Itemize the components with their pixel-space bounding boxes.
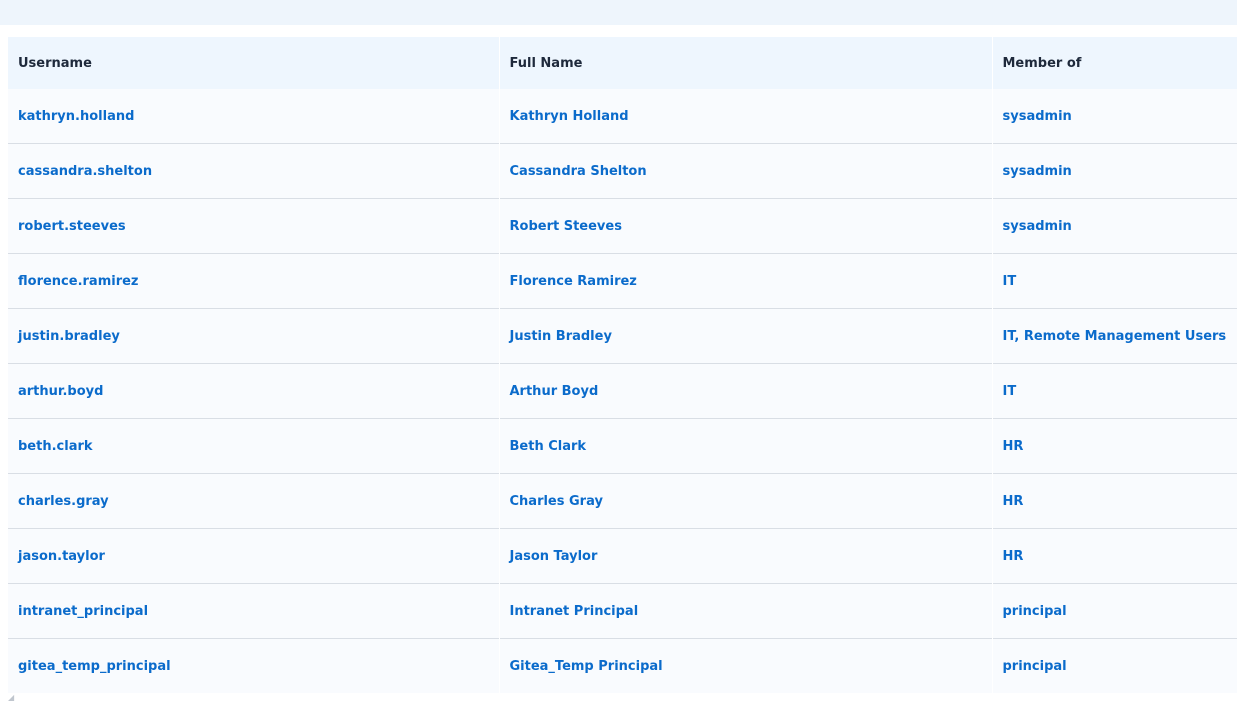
cell-member-of: principal (992, 638, 1237, 693)
group-link[interactable]: principal (1003, 604, 1067, 619)
top-toolbar-strip (0, 0, 1237, 25)
cell-username: kathryn.holland (8, 89, 500, 144)
table-row: gitea_temp_principal Gitea_Temp Principa… (8, 638, 1237, 693)
group-link[interactable]: IT (1003, 274, 1017, 289)
group-link[interactable]: sysadmin (1003, 109, 1072, 124)
cell-member-of: IT, Remote Management Users (992, 308, 1237, 364)
header-row: Username Full Name Member of (8, 37, 1237, 89)
username-link[interactable]: florence.ramirez (18, 274, 139, 289)
cell-username: jason.taylor (8, 528, 500, 584)
full-name-link[interactable]: Beth Clark (510, 439, 587, 454)
cell-full-name: Arthur Boyd (499, 363, 993, 419)
cell-member-of: HR (992, 528, 1237, 584)
table-row: charles.gray Charles Gray HR (8, 473, 1237, 529)
group-link[interactable]: IT (1003, 384, 1017, 399)
cell-username: robert.steeves (8, 198, 500, 254)
column-header-member-of[interactable]: Member of (992, 37, 1237, 89)
username-link[interactable]: justin.bradley (18, 329, 120, 344)
table-row: beth.clark Beth Clark HR (8, 418, 1237, 474)
cell-member-of: HR (992, 473, 1237, 529)
cell-full-name: Justin Bradley (499, 308, 993, 364)
full-name-link[interactable]: Justin Bradley (510, 329, 612, 344)
table-row: jason.taylor Jason Taylor HR (8, 528, 1237, 584)
cell-full-name: Florence Ramirez (499, 253, 993, 309)
full-name-link[interactable]: Charles Gray (510, 494, 603, 509)
resize-grip-icon[interactable]: ◢ (8, 694, 16, 702)
cell-member-of: sysadmin (992, 89, 1237, 144)
table-row: robert.steeves Robert Steeves sysadmin (8, 198, 1237, 254)
table-row: cassandra.shelton Cassandra Shelton sysa… (8, 143, 1237, 199)
column-header-full-name[interactable]: Full Name (499, 37, 993, 89)
table-row: florence.ramirez Florence Ramirez IT (8, 253, 1237, 309)
cell-username: florence.ramirez (8, 253, 500, 309)
table-row: kathryn.holland Kathryn Holland sysadmin (8, 89, 1237, 144)
username-link[interactable]: intranet_principal (18, 604, 148, 619)
username-link[interactable]: gitea_temp_principal (18, 659, 171, 674)
full-name-link[interactable]: Arthur Boyd (510, 384, 599, 399)
username-link[interactable]: charles.gray (18, 494, 109, 509)
username-link[interactable]: kathryn.holland (18, 109, 134, 124)
username-link[interactable]: robert.steeves (18, 219, 126, 234)
group-link[interactable]: HR (1003, 494, 1024, 509)
username-link[interactable]: jason.taylor (18, 549, 105, 564)
cell-username: arthur.boyd (8, 363, 500, 419)
cell-full-name: Charles Gray (499, 473, 993, 529)
cell-username: cassandra.shelton (8, 143, 500, 199)
full-name-link[interactable]: Cassandra Shelton (510, 164, 647, 179)
cell-member-of: sysadmin (992, 143, 1237, 199)
group-link[interactable]: principal (1003, 659, 1067, 674)
cell-username: intranet_principal (8, 583, 500, 639)
cell-username: beth.clark (8, 418, 500, 474)
username-link[interactable]: arthur.boyd (18, 384, 103, 399)
table-body: kathryn.holland Kathryn Holland sysadmin… (8, 89, 1237, 693)
cell-full-name: Gitea_Temp Principal (499, 638, 993, 693)
full-name-link[interactable]: Intranet Principal (510, 604, 639, 619)
cell-member-of: HR (992, 418, 1237, 474)
cell-username: charles.gray (8, 473, 500, 529)
cell-full-name: Cassandra Shelton (499, 143, 993, 199)
column-header-username[interactable]: Username (8, 37, 500, 89)
cell-username: justin.bradley (8, 308, 500, 364)
cell-full-name: Kathryn Holland (499, 89, 993, 144)
cell-member-of: principal (992, 583, 1237, 639)
cell-full-name: Jason Taylor (499, 528, 993, 584)
group-link[interactable]: sysadmin (1003, 219, 1072, 234)
full-name-link[interactable]: Robert Steeves (510, 219, 622, 234)
group-link[interactable]: sysadmin (1003, 164, 1072, 179)
table-header: Username Full Name Member of (8, 37, 1237, 89)
full-name-link[interactable]: Gitea_Temp Principal (510, 659, 663, 674)
cell-full-name: Beth Clark (499, 418, 993, 474)
group-link[interactable]: HR (1003, 439, 1024, 454)
users-table: Username Full Name Member of kathryn.hol… (8, 37, 1237, 693)
group-link[interactable]: HR (1003, 549, 1024, 564)
cell-full-name: Robert Steeves (499, 198, 993, 254)
cell-username: gitea_temp_principal (8, 638, 500, 693)
table-row: intranet_principal Intranet Principal pr… (8, 583, 1237, 639)
users-table-container: Username Full Name Member of kathryn.hol… (8, 37, 1237, 693)
cell-full-name: Intranet Principal (499, 583, 993, 639)
table-row: justin.bradley Justin Bradley IT, Remote… (8, 308, 1237, 364)
username-link[interactable]: beth.clark (18, 439, 93, 454)
cell-member-of: IT (992, 253, 1237, 309)
full-name-link[interactable]: Kathryn Holland (510, 109, 629, 124)
cell-member-of: sysadmin (992, 198, 1237, 254)
username-link[interactable]: cassandra.shelton (18, 164, 152, 179)
table-row: arthur.boyd Arthur Boyd IT (8, 363, 1237, 419)
full-name-link[interactable]: Florence Ramirez (510, 274, 637, 289)
cell-member-of: IT (992, 363, 1237, 419)
group-link[interactable]: IT, Remote Management Users (1003, 329, 1227, 344)
full-name-link[interactable]: Jason Taylor (510, 549, 598, 564)
